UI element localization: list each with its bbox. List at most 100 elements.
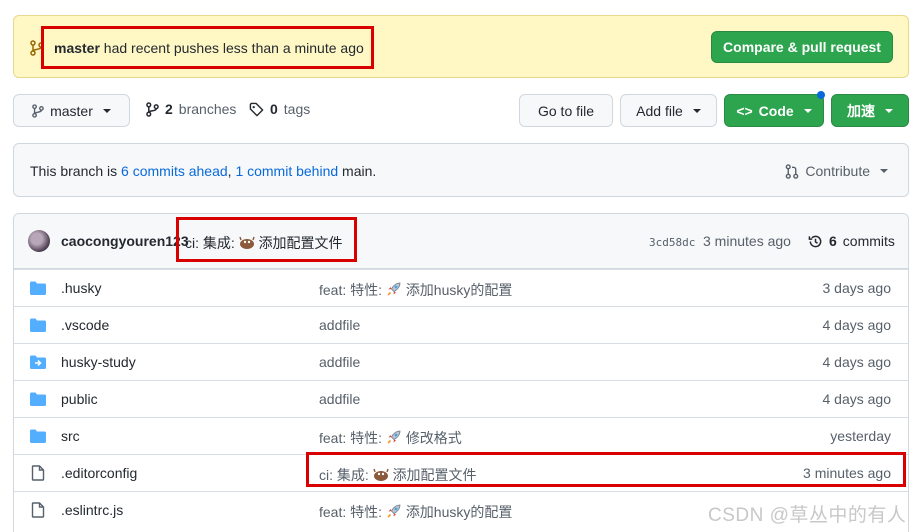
rocket-icon	[386, 503, 402, 522]
commit-message-text: addfile	[319, 317, 361, 333]
code-button[interactable]: <> Code	[724, 94, 824, 127]
banner-text: had recent pushes less than a minute ago	[99, 40, 364, 56]
file-row[interactable]: public addfile 4 days ago	[14, 380, 908, 417]
branch-comparison-bar: This branch is 6 commits ahead, 1 commit…	[13, 143, 909, 197]
file-name-link[interactable]: .husky	[61, 280, 101, 296]
comparison-suffix: main.	[338, 163, 377, 179]
banner-message: master had recent pushes less than a min…	[54, 40, 364, 56]
commit-message-text: feat: 特性:	[319, 504, 386, 520]
commit-message[interactable]: ci: 集成: 添加配置文件	[185, 233, 343, 253]
branch-select-button[interactable]: master	[13, 94, 130, 127]
accelerate-label: 加速	[847, 102, 875, 119]
branch-select-label: master	[50, 102, 93, 119]
folder-icon	[30, 429, 46, 443]
file-name-link[interactable]: .eslintrc.js	[61, 502, 123, 518]
git-branch-icon	[32, 103, 44, 118]
commit-time: 3 minutes ago	[703, 233, 791, 249]
commit-author[interactable]: caocongyouren123	[61, 233, 189, 249]
branch-comparison-text: This branch is 6 commits ahead, 1 commit…	[30, 163, 376, 179]
file-commit-message[interactable]: feat: 特性: 添加husky的配置	[319, 280, 512, 300]
file-row[interactable]: .vscode addfile 4 days ago	[14, 306, 908, 343]
file-row[interactable]: .editorconfig ci: 集成: 添加配置文件 3 minutes ago	[14, 454, 908, 491]
avatar[interactable]	[28, 230, 50, 252]
commit-message-text: feat: 特性:	[319, 430, 386, 446]
commits-count: 6	[829, 233, 837, 249]
file-name-link[interactable]: src	[61, 428, 80, 444]
git-branch-icon	[30, 40, 44, 56]
commit-message-tail: 添加husky的配置	[405, 504, 513, 520]
file-row[interactable]: husky-study addfile 4 days ago	[14, 343, 908, 380]
commit-message-text: addfile	[319, 391, 361, 407]
folder-icon	[30, 392, 46, 406]
tag-icon	[249, 102, 264, 116]
commit-hash[interactable]: 3cd58dc	[649, 236, 695, 249]
comparison-prefix: This branch is	[30, 163, 122, 179]
file-commit-time: 4 days ago	[822, 317, 892, 333]
folder-icon	[30, 281, 46, 295]
add-file-label: Add file	[636, 102, 683, 119]
file-commit-message[interactable]: addfile	[319, 317, 360, 333]
file-name-link[interactable]: .vscode	[61, 317, 109, 333]
branches-label: branches	[178, 101, 237, 117]
commit-message-tail: 添加husky的配置	[405, 282, 513, 298]
file-name-link[interactable]: .editorconfig	[61, 465, 137, 481]
file-icon	[31, 502, 47, 518]
file-commit-time: 3 minutes ago	[803, 465, 891, 481]
file-commit-time: yesterday	[830, 428, 891, 444]
file-name-link[interactable]: public	[61, 391, 98, 407]
commits-ahead-link[interactable]: 6 commits ahead	[121, 163, 228, 179]
commit-message-tail: 添加配置文件	[258, 235, 343, 251]
file-commit-message[interactable]: feat: 特性: 修改格式	[319, 428, 462, 448]
git-branch-icon	[146, 101, 159, 117]
file-icon	[31, 465, 47, 481]
file-commit-message[interactable]: feat: 特性: 添加husky的配置	[319, 502, 512, 522]
file-row[interactable]: src feat: 特性: 修改格式 yesterday	[14, 417, 908, 454]
tags-label: tags	[283, 101, 311, 117]
banner-branch-name: master	[54, 40, 100, 56]
tags-count: 0	[270, 101, 278, 117]
file-commit-time: 4 days ago	[822, 391, 892, 407]
file-commit-message[interactable]: addfile	[319, 391, 360, 407]
chevron-down-icon	[692, 108, 701, 113]
commit-message-tail: 添加配置文件	[392, 467, 477, 483]
rocket-icon	[386, 281, 402, 300]
code-label: Code	[758, 102, 794, 119]
chevron-down-icon	[880, 169, 888, 173]
pull-request-icon	[786, 163, 799, 179]
folder-icon	[30, 318, 46, 332]
contribute-dropdown[interactable]: Contribute	[785, 163, 888, 179]
commit-message-text: addfile	[319, 354, 361, 370]
chevron-down-icon	[803, 108, 812, 113]
file-commit-message[interactable]: addfile	[319, 354, 360, 370]
code-icon: <>	[736, 102, 753, 119]
chevron-down-icon	[885, 108, 893, 113]
file-commit-time: 3 days ago	[822, 280, 892, 296]
branches-count: 2	[165, 101, 173, 117]
go-to-file-button[interactable]: Go to file	[519, 94, 613, 127]
notification-dot-icon	[817, 91, 825, 99]
watermark: CSDN @草丛中的有人	[708, 505, 907, 526]
tags-link[interactable]: 0 tags	[249, 101, 310, 117]
commit-message-tail: 修改格式	[405, 430, 462, 446]
recent-push-banner: master had recent pushes less than a min…	[13, 15, 909, 78]
commit-message-text: ci: 集成:	[319, 467, 373, 483]
compare-pull-request-button[interactable]: Compare & pull request	[711, 31, 893, 63]
submodule-folder-icon	[30, 355, 46, 369]
ferris-crab-icon	[239, 236, 255, 253]
commit-message-text: ci: 集成:	[185, 235, 239, 251]
contribute-label: Contribute	[805, 163, 870, 179]
chevron-down-icon	[102, 108, 111, 113]
file-row[interactable]: .husky feat: 特性: 添加husky的配置 3 days ago	[14, 269, 908, 306]
file-name-link[interactable]: husky-study	[61, 354, 136, 370]
rocket-icon	[386, 429, 402, 448]
commits-behind-link[interactable]: 1 commit behind	[235, 163, 338, 179]
file-commit-message[interactable]: ci: 集成: 添加配置文件	[319, 465, 477, 485]
branches-link[interactable]: 2 branches	[146, 101, 236, 117]
file-commit-time: 4 days ago	[822, 354, 892, 370]
commits-history-link[interactable]: 6 commits	[808, 233, 895, 249]
history-icon	[808, 235, 822, 247]
latest-commit-bar: caocongyouren123 ci: 集成: 添加配置文件 3cd58dc …	[14, 214, 908, 269]
accelerate-button[interactable]: 加速	[831, 94, 909, 127]
add-file-button[interactable]: Add file	[620, 94, 717, 127]
commits-label: commits	[842, 233, 895, 249]
